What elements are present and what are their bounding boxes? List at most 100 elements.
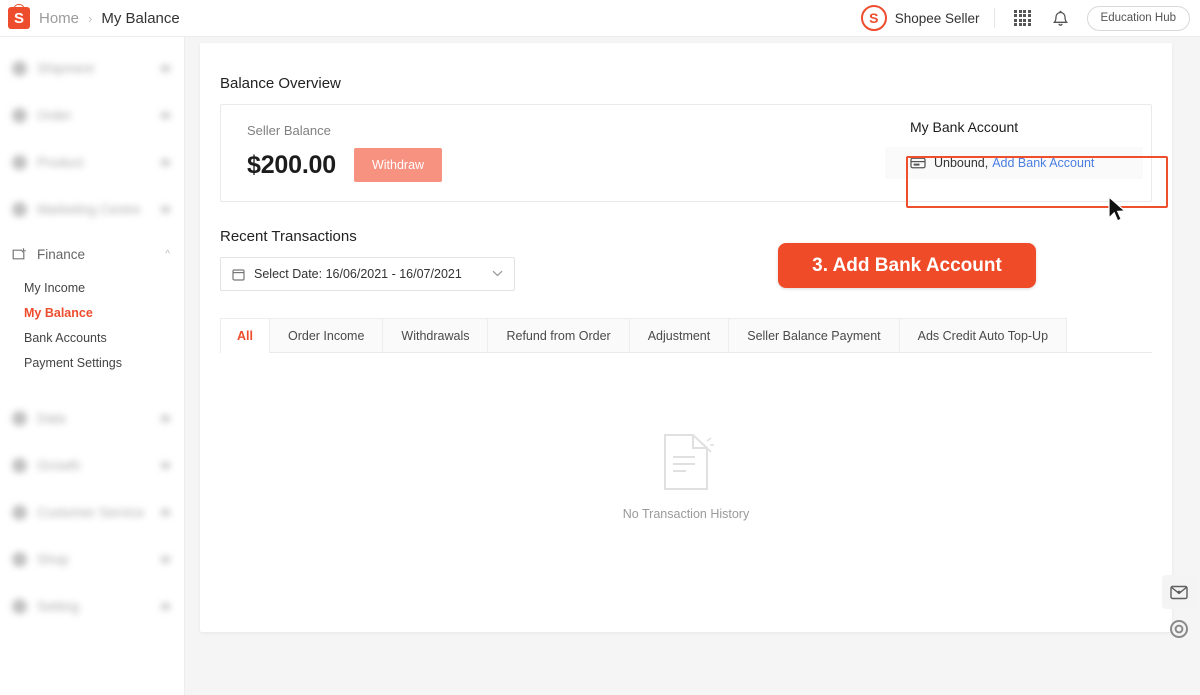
tab-label: Ads Credit Auto Top-Up — [917, 328, 1049, 343]
breadcrumb-current-page: My Balance — [101, 9, 180, 27]
callout-label: 3. Add Bank Account — [812, 254, 1002, 276]
tab-label: All — [237, 328, 253, 343]
seller-avatar-letter: S — [869, 10, 879, 26]
tab-all[interactable]: All — [220, 318, 270, 353]
finance-icon — [12, 247, 27, 262]
chevron-down-icon — [161, 112, 170, 119]
sidebar-item-shop[interactable]: Shop — [0, 536, 184, 583]
truck-icon — [12, 61, 27, 76]
breadcrumb-separator-icon: › — [88, 10, 93, 26]
shopee-logo-icon[interactable]: S — [8, 7, 30, 29]
chart-icon — [12, 411, 27, 426]
sidebar-item-customer-service[interactable]: Customer Service — [0, 489, 184, 536]
sidebar-item-setting[interactable]: Setting — [0, 583, 184, 630]
empty-state-text: No Transaction History — [622, 507, 750, 521]
sidebar-item-shipment[interactable]: Shipment — [0, 45, 184, 92]
balance-overview-title: Balance Overview — [220, 75, 341, 92]
date-range-value: Select Date: 16/06/2021 - 16/07/2021 — [254, 267, 462, 281]
sidebar-item-order[interactable]: Order — [0, 92, 184, 139]
breadcrumb-home[interactable]: Home — [39, 10, 79, 27]
sidebar-item-label: Data — [37, 411, 66, 426]
document-empty-icon — [658, 431, 714, 493]
tab-label: Adjustment — [647, 328, 711, 343]
calendar-icon — [232, 268, 245, 281]
sidebar-item-growth[interactable]: Growth — [0, 442, 184, 489]
chevron-down-icon — [161, 509, 170, 516]
seller-balance-row: $200.00 Withdraw — [247, 148, 443, 182]
sidebar-sub-label: Payment Settings — [24, 355, 122, 370]
sidebar-item-label: Growth — [37, 458, 81, 473]
balance-overview-panel: Seller Balance $200.00 Withdraw My Bank … — [220, 104, 1152, 202]
tab-label: Refund from Order — [506, 328, 611, 343]
chat-mail-icon[interactable] — [1162, 575, 1196, 609]
sidebar-item-my-balance[interactable]: My Balance — [0, 300, 184, 325]
top-header-bar: S Home › My Balance S Shopee Seller Educ… — [0, 0, 1200, 37]
seller-balance-block: Seller Balance $200.00 Withdraw — [221, 105, 443, 201]
sidebar-sub-label: My Balance — [24, 305, 93, 320]
seller-balance-amount: $200.00 — [247, 150, 336, 179]
sidebar-item-label: Setting — [37, 599, 80, 614]
seller-balance-label: Seller Balance — [247, 123, 331, 138]
chevron-down-icon — [161, 415, 170, 422]
chevron-down-icon — [161, 462, 170, 469]
grid-apps-glyph — [1014, 9, 1031, 27]
tab-label: Withdrawals — [401, 328, 470, 343]
sidebar-item-product[interactable]: Product — [0, 139, 184, 186]
sidebar-sub-label: My Income — [24, 280, 86, 295]
sidebar-item-my-income[interactable]: My Income — [0, 275, 184, 300]
headset-icon — [12, 505, 27, 520]
education-hub-button[interactable]: Education Hub — [1086, 5, 1190, 31]
transaction-type-tabs: All Order Income Withdrawals Refund from… — [220, 318, 1152, 353]
help-circle-icon[interactable] — [1160, 610, 1198, 648]
tab-withdrawals[interactable]: Withdrawals — [382, 318, 489, 352]
tab-seller-balance-payment[interactable]: Seller Balance Payment — [728, 318, 900, 352]
left-sidebar: Shipment Order Product Marketing Centre — [0, 37, 185, 695]
sidebar-sub-label: Bank Accounts — [24, 330, 107, 345]
sidebar-item-bank-accounts[interactable]: Bank Accounts — [0, 325, 184, 350]
sidebar-item-label: Order — [37, 108, 72, 123]
header-divider — [993, 8, 995, 28]
tab-adjustment[interactable]: Adjustment — [628, 318, 730, 352]
shopee-logo-letter: S — [13, 9, 24, 27]
order-icon — [12, 108, 27, 123]
product-icon — [12, 155, 27, 170]
chevron-down-icon — [161, 159, 170, 166]
withdraw-button[interactable]: Withdraw — [353, 148, 443, 182]
app-root: S Home › My Balance S Shopee Seller Educ… — [0, 0, 1200, 695]
chevron-down-icon — [161, 206, 170, 213]
notification-bell-icon[interactable] — [1049, 6, 1073, 30]
empty-transaction-state: No Transaction History — [220, 431, 1152, 521]
sidebar-item-label: Shipment — [37, 61, 95, 76]
mouse-pointer-icon — [1108, 195, 1130, 226]
chevron-down-icon — [492, 268, 503, 280]
tab-label: Order Income — [287, 328, 365, 343]
tab-order-income[interactable]: Order Income — [268, 318, 384, 352]
date-range-picker[interactable]: Select Date: 16/06/2021 - 16/07/2021 — [220, 257, 515, 291]
seller-name-label[interactable]: Shopee Seller — [895, 11, 980, 26]
sidebar-item-finance[interactable]: Finance ^ — [0, 233, 184, 275]
sidebar-item-data[interactable]: Data — [0, 395, 184, 442]
add-bank-account-link[interactable]: Add Bank Account — [992, 156, 1094, 170]
education-hub-label: Education Hub — [1100, 12, 1176, 24]
sidebar-item-label: Customer Service — [37, 505, 145, 520]
my-bank-account-title: My Bank Account — [910, 119, 1019, 135]
step-callout-add-bank-account: 3. Add Bank Account — [778, 243, 1036, 288]
sidebar-item-label: Product — [37, 155, 84, 170]
header-right-cluster: S Shopee Seller Education Hub — [860, 5, 1200, 31]
tab-refund-from-order[interactable]: Refund from Order — [487, 318, 630, 352]
tab-ads-credit-auto-top-up[interactable]: Ads Credit Auto Top-Up — [898, 318, 1068, 352]
sidebar-item-label: Finance — [37, 246, 86, 262]
shop-icon — [12, 552, 27, 567]
tab-label: Seller Balance Payment — [747, 328, 881, 343]
chevron-down-icon — [161, 556, 170, 563]
megaphone-icon — [12, 202, 27, 217]
sidebar-item-payment-settings[interactable]: Payment Settings — [0, 350, 184, 375]
bank-card-icon — [910, 156, 926, 170]
chevron-down-icon — [161, 603, 170, 610]
seller-avatar-icon[interactable]: S — [860, 5, 887, 31]
chevron-down-icon — [161, 65, 170, 72]
chevron-up-icon: ^ — [165, 248, 170, 260]
sidebar-item-marketing-centre[interactable]: Marketing Centre — [0, 186, 184, 233]
grid-apps-icon[interactable] — [1011, 6, 1035, 30]
bank-account-status-row[interactable]: Unbound, Add Bank Account — [885, 147, 1143, 179]
